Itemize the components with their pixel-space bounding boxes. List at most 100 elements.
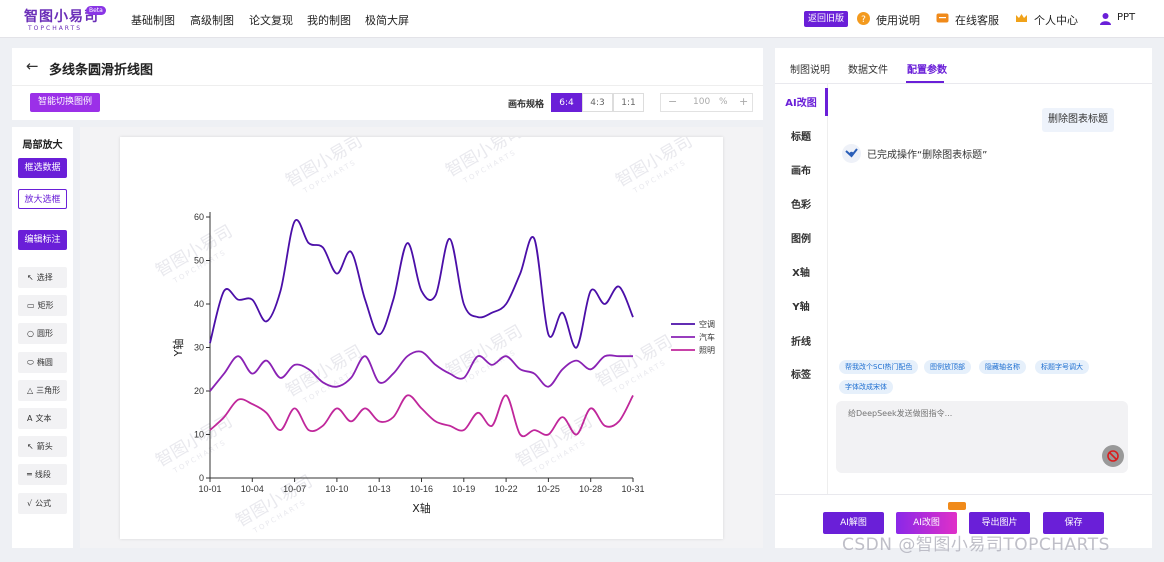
ratio-1-1-button[interactable]: 1:1 — [613, 93, 644, 112]
tool-triangle-button[interactable]: △ 三角形 — [18, 379, 67, 401]
help-icon: ? — [857, 12, 870, 25]
tab-data-file[interactable]: 数据文件 — [848, 61, 888, 76]
x-tick-label: 10-28 — [579, 484, 602, 494]
beta-badge: Beta — [86, 6, 106, 15]
zoom-plus-button[interactable]: + — [739, 95, 748, 108]
tool-rectangle-button[interactable]: ▭ 矩形 — [18, 295, 67, 317]
cursor-icon: ↖ — [27, 273, 34, 282]
annotation-toolbar: 局部放大 框选数据 放大选框 编辑标注 ↖ 选择 ▭ 矩形 ○ 圆形 ⬭ 椭圆 △ 三角形 A 文本 ↖… — [12, 127, 73, 548]
prompt-input[interactable] — [848, 409, 1088, 418]
y-tick-label: 30 — [194, 343, 204, 353]
zoom-value[interactable]: 100 — [693, 97, 710, 107]
brand-subtitle: TOPCHARTS — [28, 25, 83, 32]
suggestion-chip-legend-top[interactable]: 图例放顶部 — [924, 360, 971, 374]
local-zoom-heading: 局部放大 — [22, 140, 63, 151]
tool-label: 矩形 — [37, 301, 54, 311]
tool-label: 箭头 — [36, 442, 53, 452]
nav-basic-charts[interactable]: 基础制图 — [131, 12, 175, 28]
y-tick-label: 0 — [199, 473, 204, 483]
series-line-0[interactable] — [209, 218, 634, 349]
x-tick-label: 10-04 — [241, 484, 264, 494]
tool-text-button[interactable]: A 文本 — [18, 408, 67, 429]
nav-minimal-dashboard[interactable]: 极简大屏 — [365, 12, 409, 28]
x-tick-label: 10-01 — [198, 484, 221, 494]
legend-label-0: 空调 — [699, 319, 715, 329]
legend-label-2: 照明 — [699, 346, 715, 355]
side-menu-item-8[interactable]: 标签 — [775, 366, 827, 381]
old-version-button[interactable]: 返回旧版 — [804, 11, 849, 27]
tab-config-params[interactable]: 配置参数 — [907, 61, 947, 76]
x-tick-label: 10-19 — [452, 484, 475, 494]
crown-icon — [1016, 14, 1027, 22]
back-arrow-icon[interactable]: ← — [26, 57, 39, 75]
tool-circle-button[interactable]: ○ 圆形 — [18, 323, 67, 345]
tool-line-button[interactable]: ═ 线段 — [18, 464, 67, 486]
triangle-icon: △ — [27, 385, 34, 395]
circle-icon: ○ — [27, 329, 34, 339]
side-menu-item-7[interactable]: 折线 — [775, 333, 827, 348]
x-tick-label: 10-16 — [410, 484, 433, 494]
tool-formula-button[interactable]: √ 公式 — [18, 492, 67, 514]
x-tick-label: 10-25 — [537, 484, 560, 494]
rectangle-icon: ▭ — [27, 301, 35, 311]
tool-label: 线段 — [34, 470, 51, 480]
zoom-unit: % — [719, 97, 728, 107]
brand-logo[interactable]: 智图小易司 TOPCHARTS Beta — [24, 6, 114, 34]
side-menu-item-0[interactable]: AI改图 — [775, 94, 827, 109]
y-tick-label: 50 — [194, 256, 204, 266]
x-tick-label: 10-13 — [368, 484, 391, 494]
side-menu-divider — [827, 84, 828, 494]
stop-icon[interactable] — [1102, 445, 1124, 467]
side-menu-item-5[interactable]: X轴 — [775, 264, 827, 279]
y-tick-label: 60 — [194, 212, 204, 222]
edit-annotation-button[interactable]: 编辑标注 — [18, 230, 67, 250]
username[interactable]: PPT — [1117, 12, 1135, 23]
online-service-link[interactable]: 在线客服 — [955, 12, 999, 28]
chart-workspace: 智图小易司 TOPCHARTS 智图小易司 TOPCHARTS 智图小易司 TOPCHAR… — [80, 122, 763, 548]
ratio-6-4-button[interactable]: 6:4 — [551, 93, 582, 112]
tool-ellipse-button[interactable]: ⬭ 椭圆 — [18, 351, 67, 373]
side-menu-item-2[interactable]: 画布 — [775, 162, 827, 177]
suggestion-chip-hide-axis-name[interactable]: 隐藏轴名称 — [979, 360, 1026, 374]
zoom-box-button[interactable]: 放大选框 — [18, 189, 67, 209]
y-tick-label: 10 — [194, 430, 204, 440]
side-menu-item-4[interactable]: 图例 — [775, 230, 827, 245]
help-link[interactable]: 使用说明 — [876, 12, 920, 28]
ai-reply-message: 已完成操作“删除图表标题” — [867, 150, 988, 161]
nav-paper-reproduce[interactable]: 论文复现 — [249, 12, 293, 28]
tool-label: 文本 — [35, 414, 52, 423]
suggestion-chip-font-song[interactable]: 字体改成宋体 — [839, 380, 893, 394]
chart-watermark: 智图小易司 — [443, 137, 527, 181]
x-tick-label: 10-07 — [283, 484, 306, 494]
side-menu-item-1[interactable]: 标题 — [775, 128, 827, 143]
ratio-4-3-button[interactable]: 4:3 — [582, 93, 613, 112]
chart-title-panel: ← 多线条圆滑折线图 — [12, 48, 763, 86]
tab-chart-guide[interactable]: 制图说明 — [790, 61, 830, 76]
smart-legend-switch-button[interactable]: 智能切换图例 — [30, 93, 100, 112]
side-menu-item-3[interactable]: 色彩 — [775, 196, 827, 211]
tab-divider — [775, 83, 1152, 84]
nav-advanced-charts[interactable]: 高级制图 — [190, 12, 234, 28]
prompt-input-box — [836, 401, 1128, 473]
user-message-bubble: 删除图表标题 — [1042, 108, 1114, 132]
nav-my-charts[interactable]: 我的制图 — [307, 12, 351, 28]
x-tick-label: 10-22 — [495, 484, 518, 494]
side-menu-item-6[interactable]: Y轴 — [775, 298, 827, 313]
personal-center-link[interactable]: 个人中心 — [1034, 12, 1078, 28]
x-tick-label: 10-10 — [325, 484, 348, 494]
page-title: 多线条圆滑折线图 — [49, 63, 154, 78]
text-icon: A — [27, 414, 33, 423]
suggestion-chip-sci-colors[interactable]: 帮我改个SCI热门配色 — [839, 360, 919, 374]
tool-arrow-button[interactable]: ↖ 箭头 — [18, 436, 67, 458]
series-line-1[interactable] — [209, 350, 633, 392]
x-tick-label: 10-31 — [621, 484, 644, 494]
line-chart[interactable]: 智图小易司TOPCHARTS智图小易司TOPCHARTS 智图小易司TOPCHAR… — [120, 122, 723, 539]
chart-canvas: 智图小易司 TOPCHARTS 智图小易司 TOPCHARTS 智图小易司 TOPCHAR… — [120, 122, 723, 539]
select-data-button[interactable]: 框选数据 — [18, 158, 67, 178]
tool-label: 圆形 — [36, 329, 53, 339]
tool-cursor-button[interactable]: ↖ 选择 — [18, 267, 67, 288]
svg-text:?: ? — [861, 15, 866, 25]
suggestion-chip-title-size[interactable]: 标题字号调大 — [1035, 360, 1089, 374]
zoom-minus-button[interactable]: − — [668, 95, 677, 108]
canvas-toolbar: 智能切换图例 画布规格 6:4 4:3 1:1 − 100 % + — [12, 86, 763, 120]
